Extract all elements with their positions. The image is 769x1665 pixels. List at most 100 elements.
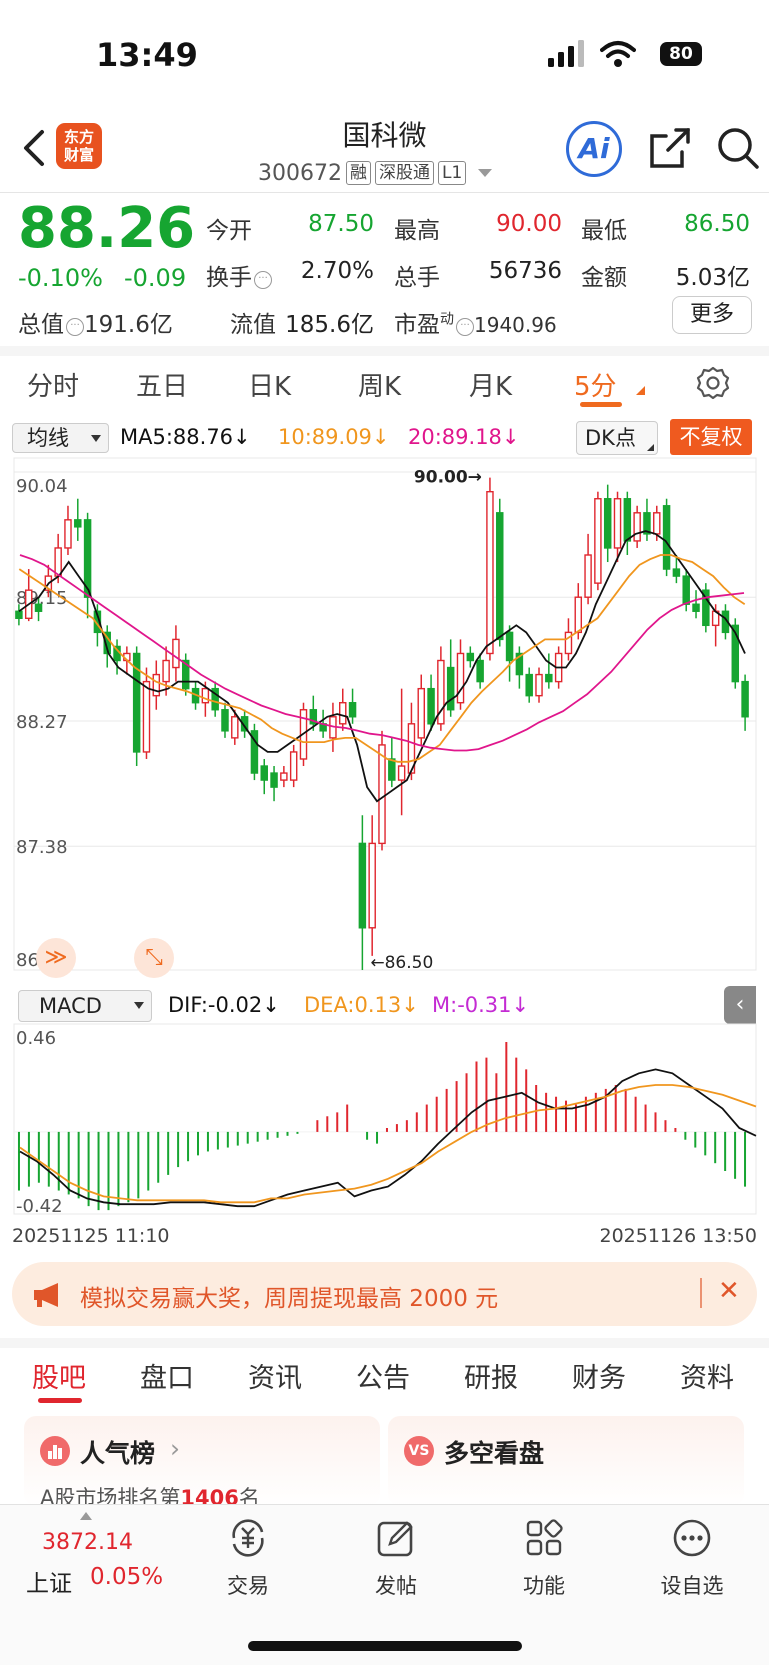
nav-trade[interactable]: 交易 (198, 1516, 298, 1600)
nav-post-label: 发帖 (375, 1574, 417, 1598)
candle (142, 680, 151, 753)
adjust-button[interactable]: 不复权 (670, 419, 752, 455)
candle (574, 596, 583, 634)
status-icons: 80 (548, 40, 702, 68)
trade-icon (232, 1519, 264, 1557)
tab-research[interactable]: 研报 (464, 1356, 518, 1395)
float-cap-value: 185.6亿 (285, 312, 374, 338)
pe-label: 市盈动 ··· 1940.96 (394, 305, 557, 339)
caret-up-icon (80, 1512, 92, 1520)
tab-news[interactable]: 资讯 (248, 1356, 302, 1395)
nav-watchlist-label: 设自选 (660, 1574, 724, 1598)
market-cap-value: 191.6亿 (84, 312, 173, 338)
gear-icon[interactable] (696, 366, 730, 400)
info-icon[interactable]: ··· (456, 318, 474, 336)
logo-text-1: 东方 (63, 128, 94, 146)
high-annotation: 90.00→ (414, 468, 482, 488)
candle (613, 498, 622, 549)
time-start: 20251125 11:10 (12, 1225, 170, 1247)
tab-announcements[interactable]: 公告 (356, 1356, 410, 1395)
low-label: 最低 (581, 218, 627, 244)
info-icon[interactable]: ··· (66, 318, 84, 336)
macd-tick-label: 0.46 (16, 1028, 56, 1049)
candle (692, 603, 700, 612)
candle (34, 603, 43, 612)
dea-legend: DEA:0.13↓ (304, 993, 419, 1017)
more-button[interactable]: 更多 (672, 296, 752, 334)
candlestick-chart[interactable]: 90.0489.1588.2787.3886.5090.00→←86.50 (0, 456, 769, 986)
candle (496, 512, 504, 641)
candle (280, 772, 288, 781)
indicator-select[interactable]: 均线 (12, 423, 109, 453)
pe-dynamic-sup: 动 (440, 311, 454, 328)
tab-5min[interactable]: 5分 (574, 366, 617, 403)
ai-assistant-button[interactable]: Ai (566, 121, 622, 177)
market-cap-label-text: 总值 (18, 312, 64, 338)
close-icon[interactable]: ✕ (718, 1276, 740, 1306)
connect-tag: 深股通 (374, 161, 434, 185)
tab-intraday[interactable]: 分时 (27, 366, 79, 403)
ma20-legend: 20:89.18↓ (408, 425, 520, 449)
low-annotation: ←86.50 (370, 953, 433, 973)
popularity-title: 人气榜 (80, 1439, 156, 1468)
turnover-value: 2.70% (300, 258, 374, 284)
nav-watchlist[interactable]: 设自选 (642, 1516, 742, 1600)
candle (368, 842, 376, 929)
tab-weekly-k[interactable]: 周K (358, 366, 401, 403)
info-icon[interactable]: ··· (254, 271, 272, 289)
tab-profile[interactable]: 资料 (680, 1356, 734, 1395)
candle (201, 687, 210, 704)
active-content-tab-indicator (38, 1398, 82, 1403)
candle (741, 680, 749, 718)
signal-icon (548, 40, 584, 67)
macd-chart[interactable]: 0.46 -0.42 (0, 1022, 769, 1222)
index-value[interactable]: 3872.14 (42, 1530, 133, 1555)
candle (231, 716, 239, 739)
tab-finance[interactable]: 财务 (572, 1356, 626, 1395)
macd-select[interactable]: MACD (18, 990, 152, 1022)
candle (162, 659, 170, 683)
candle (358, 842, 367, 929)
candle (339, 702, 347, 725)
bull-bear-title: 多空看盘 (444, 1439, 545, 1468)
dea-line (19, 1084, 757, 1204)
battery-icon: 80 (660, 42, 702, 66)
tab-five-day[interactable]: 五日 (136, 366, 188, 403)
tab-guba[interactable]: 股吧 (32, 1356, 86, 1395)
vs-icon: VS (404, 1436, 434, 1466)
tab-corner-icon (636, 386, 645, 395)
high-label: 最高 (394, 218, 440, 244)
bull-bear-card[interactable]: VS 多空看盘 (388, 1416, 744, 1506)
index-name[interactable]: 上证 (26, 1564, 72, 1598)
candle (594, 498, 602, 584)
back-icon[interactable] (20, 128, 50, 168)
candle (221, 709, 229, 732)
float-cap-label: 流值 (230, 312, 276, 338)
stock-subtitle[interactable]: 300672 融 深股通 L1 (258, 158, 493, 188)
app-logo: 东方 财富 (56, 123, 102, 169)
index-percent[interactable]: 0.05% (90, 1564, 163, 1590)
chart-frame (13, 457, 757, 971)
section-divider (0, 1338, 769, 1348)
nav-post[interactable]: 发帖 (346, 1516, 446, 1600)
high-value: 90.00 (496, 211, 562, 237)
share-icon[interactable] (646, 124, 694, 172)
popularity-card[interactable]: 人气榜 › A股市场排名第1406名 (24, 1416, 380, 1510)
tab-daily-k[interactable]: 日K (248, 366, 291, 403)
tab-monthly-k[interactable]: 月K (469, 366, 512, 403)
collapse-left-icon[interactable]: ‹ (724, 986, 756, 1024)
ranking-icon (40, 1436, 70, 1466)
expand-right-icon[interactable]: ≫ (36, 938, 76, 978)
price-tick-label: 88.27 (16, 712, 68, 733)
dk-point-button[interactable]: DK点 (576, 421, 658, 455)
promo-banner[interactable]: 模拟交易赢大奖，周周提现最高 2000 元 ✕ (12, 1262, 757, 1326)
macd-select-label: MACD (39, 994, 102, 1018)
tab-pankou[interactable]: 盘口 (140, 1356, 194, 1395)
time-end: 20251126 13:50 (599, 1225, 757, 1247)
fullscreen-icon[interactable]: ⤡ (134, 938, 174, 978)
nav-functions[interactable]: 功能 (494, 1516, 594, 1600)
quote-divider (0, 346, 769, 356)
candle (348, 702, 357, 718)
amount-value: 5.03亿 (675, 265, 750, 291)
search-icon[interactable] (714, 124, 762, 172)
